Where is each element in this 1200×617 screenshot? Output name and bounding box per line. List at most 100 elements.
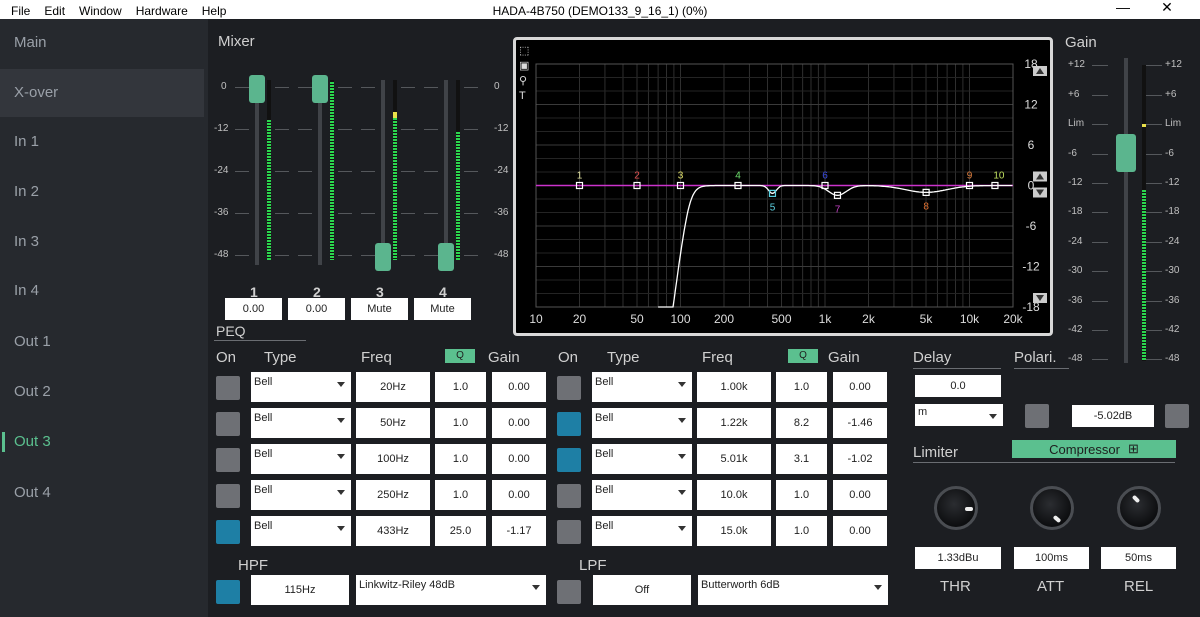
peq-band-left-4-q[interactable]: 1.0 (435, 480, 486, 510)
peq-band-right-2-type-select[interactable]: Bell (592, 408, 692, 438)
lpf-type-select[interactable]: Butterworth 6dB (698, 575, 888, 605)
lpf-enable-checkbox[interactable] (557, 580, 581, 604)
peq-band-right-3-type-select[interactable]: Bell (592, 444, 692, 474)
peq-band-right-2-freq[interactable]: 1.22k (697, 408, 771, 438)
peq-band-right-4-freq[interactable]: 10.0k (697, 480, 771, 510)
peq-band-right-5-gain[interactable]: 0.00 (833, 516, 887, 546)
q-toggle-button-2[interactable]: Q (788, 349, 818, 363)
fader-thumb[interactable] (249, 75, 265, 103)
mixer-tick: -48 (214, 249, 229, 260)
peq-band-right-1-freq[interactable]: 1.00k (697, 372, 771, 402)
sidebar-item-in-3[interactable]: In 3 (0, 218, 204, 266)
threshold-value[interactable]: 1.33dBu (915, 547, 1001, 569)
hpf-type-select[interactable]: Linkwitz-Riley 48dB (356, 575, 546, 605)
gain-scale-line (1146, 359, 1162, 360)
peq-band-right-4-gain[interactable]: 0.00 (833, 480, 887, 510)
channel-1-value[interactable]: 0.00 (225, 298, 282, 320)
peq-band-left-2-q[interactable]: 1.0 (435, 408, 486, 438)
peq-band-right-3-gain[interactable]: -1.02 (833, 444, 887, 474)
peq-band-left-3-type-select[interactable]: Bell (251, 444, 351, 474)
release-knob[interactable] (1117, 486, 1161, 530)
channel-3-mute-button[interactable]: Mute (351, 298, 408, 320)
peq-band-right-3-enable[interactable] (557, 448, 581, 472)
minimize-button[interactable]: — (1100, 0, 1146, 19)
fader-thumb[interactable] (375, 243, 391, 271)
sidebar-item-x-over[interactable]: X-over (0, 69, 204, 117)
sidebar-item-out-3[interactable]: Out 3 (0, 418, 204, 466)
peq-band-left-1-type-select[interactable]: Bell (251, 372, 351, 402)
output-gain-checkbox[interactable] (1165, 404, 1189, 428)
channel-4-mute-button[interactable]: Mute (414, 298, 471, 320)
sidebar-item-in-2[interactable]: In 2 (0, 168, 204, 216)
peq-band-left-5-freq[interactable]: 433Hz (356, 516, 430, 546)
eq-graph-frame[interactable]: ⬚ ▣ ⚲ T 10 20 50 100 200 500 1k 2k 5k 10k 20k 18 12 6… (513, 37, 1053, 336)
peq-band-left-4-gain[interactable]: 0.00 (492, 480, 546, 510)
peq-type-value: Bell (254, 520, 273, 532)
sidebar-item-out-4[interactable]: Out 4 (0, 469, 204, 517)
sidebar-item-in-4[interactable]: In 4 (0, 267, 204, 315)
peq-band-right-5-enable[interactable] (557, 520, 581, 544)
peq-band-left-5-gain[interactable]: -1.17 (492, 516, 546, 546)
peq-band-left-2-gain[interactable]: 0.00 (492, 408, 546, 438)
peq-band-right-2-enable[interactable] (557, 412, 581, 436)
peq-band-right-1-gain[interactable]: 0.00 (833, 372, 887, 402)
peq-band-right-5-freq[interactable]: 15.0k (697, 516, 771, 546)
attack-value[interactable]: 100ms (1014, 547, 1089, 569)
peq-band-left-3-gain[interactable]: 0.00 (492, 444, 546, 474)
peq-band-right-4-q[interactable]: 1.0 (776, 480, 827, 510)
gain-tick-left: -18 (1068, 206, 1083, 217)
peq-band-left-2-enable[interactable] (216, 412, 240, 436)
peq-band-left-2-freq[interactable]: 50Hz (356, 408, 430, 438)
eq-band-marker-label: 6 (822, 171, 828, 182)
peq-band-right-3-q[interactable]: 3.1 (776, 444, 827, 474)
delay-unit-select[interactable]: m (915, 404, 1003, 426)
lpf-freq-input[interactable]: Off (593, 575, 691, 605)
peq-band-left-1-freq[interactable]: 20Hz (356, 372, 430, 402)
peq-band-left-1-gain[interactable]: 0.00 (492, 372, 546, 402)
hpf-enable-checkbox[interactable] (216, 580, 240, 604)
peq-band-left-3-freq[interactable]: 100Hz (356, 444, 430, 474)
fader-thumb[interactable] (438, 243, 454, 271)
hpf-freq-input[interactable]: 115Hz (251, 575, 349, 605)
peq-band-right-2-q[interactable]: 8.2 (776, 408, 827, 438)
peq-band-left-4-enable[interactable] (216, 484, 240, 508)
q-toggle-button[interactable]: Q (445, 349, 475, 363)
peq-band-left-5-enable[interactable] (216, 520, 240, 544)
peq-band-left-5-q[interactable]: 25.0 (435, 516, 486, 546)
sidebar-item-main[interactable]: Main (0, 19, 204, 67)
peq-band-right-1-type-select[interactable]: Bell (592, 372, 692, 402)
peq-band-right-4-type-select[interactable]: Bell (592, 480, 692, 510)
close-button[interactable]: ✕ (1144, 0, 1190, 19)
peq-band-left-1-q[interactable]: 1.0 (435, 372, 486, 402)
channel-2-value[interactable]: 0.00 (288, 298, 345, 320)
window-titlebar: File Edit Window Hardware Help HADA-4B75… (0, 0, 1200, 19)
sidebar-item-in-1[interactable]: In 1 (0, 118, 204, 166)
peq-band-right-2-gain[interactable]: -1.46 (833, 408, 887, 438)
peq-band-right-1-q[interactable]: 1.0 (776, 372, 827, 402)
attack-knob[interactable] (1030, 486, 1074, 530)
peq-band-left-3-enable[interactable] (216, 448, 240, 472)
sidebar-item-out-1[interactable]: Out 1 (0, 318, 204, 366)
delay-value-input[interactable]: 0.0 (915, 375, 1001, 397)
mixer-tick: 0 (494, 81, 500, 92)
peq-band-left-3-q[interactable]: 1.0 (435, 444, 486, 474)
peq-band-right-3-freq[interactable]: 5.01k (697, 444, 771, 474)
release-value[interactable]: 50ms (1101, 547, 1176, 569)
peq-band-right-5-type-select[interactable]: Bell (592, 516, 692, 546)
polarity-checkbox[interactable] (1025, 404, 1049, 428)
peq-band-right-4-enable[interactable] (557, 484, 581, 508)
peq-band-left-2-type-select[interactable]: Bell (251, 408, 351, 438)
gain-tick-right: -12 (1165, 177, 1180, 188)
peq-band-left-1-enable[interactable] (216, 376, 240, 400)
threshold-knob[interactable] (934, 486, 978, 530)
peq-band-left-4-freq[interactable]: 250Hz (356, 480, 430, 510)
peq-band-right-1-enable[interactable] (557, 376, 581, 400)
peq-band-left-5-type-select[interactable]: Bell (251, 516, 351, 546)
fader-thumb[interactable] (312, 75, 328, 103)
output-gain-input[interactable]: -5.02dB (1072, 405, 1154, 427)
peq-band-right-5-q[interactable]: 1.0 (776, 516, 827, 546)
peq-band-left-4-type-select[interactable]: Bell (251, 480, 351, 510)
compressor-mode-button[interactable]: Compressor ⊞ (1012, 440, 1176, 458)
sidebar-item-out-2[interactable]: Out 2 (0, 368, 204, 416)
gain-fader-thumb[interactable] (1116, 134, 1136, 172)
